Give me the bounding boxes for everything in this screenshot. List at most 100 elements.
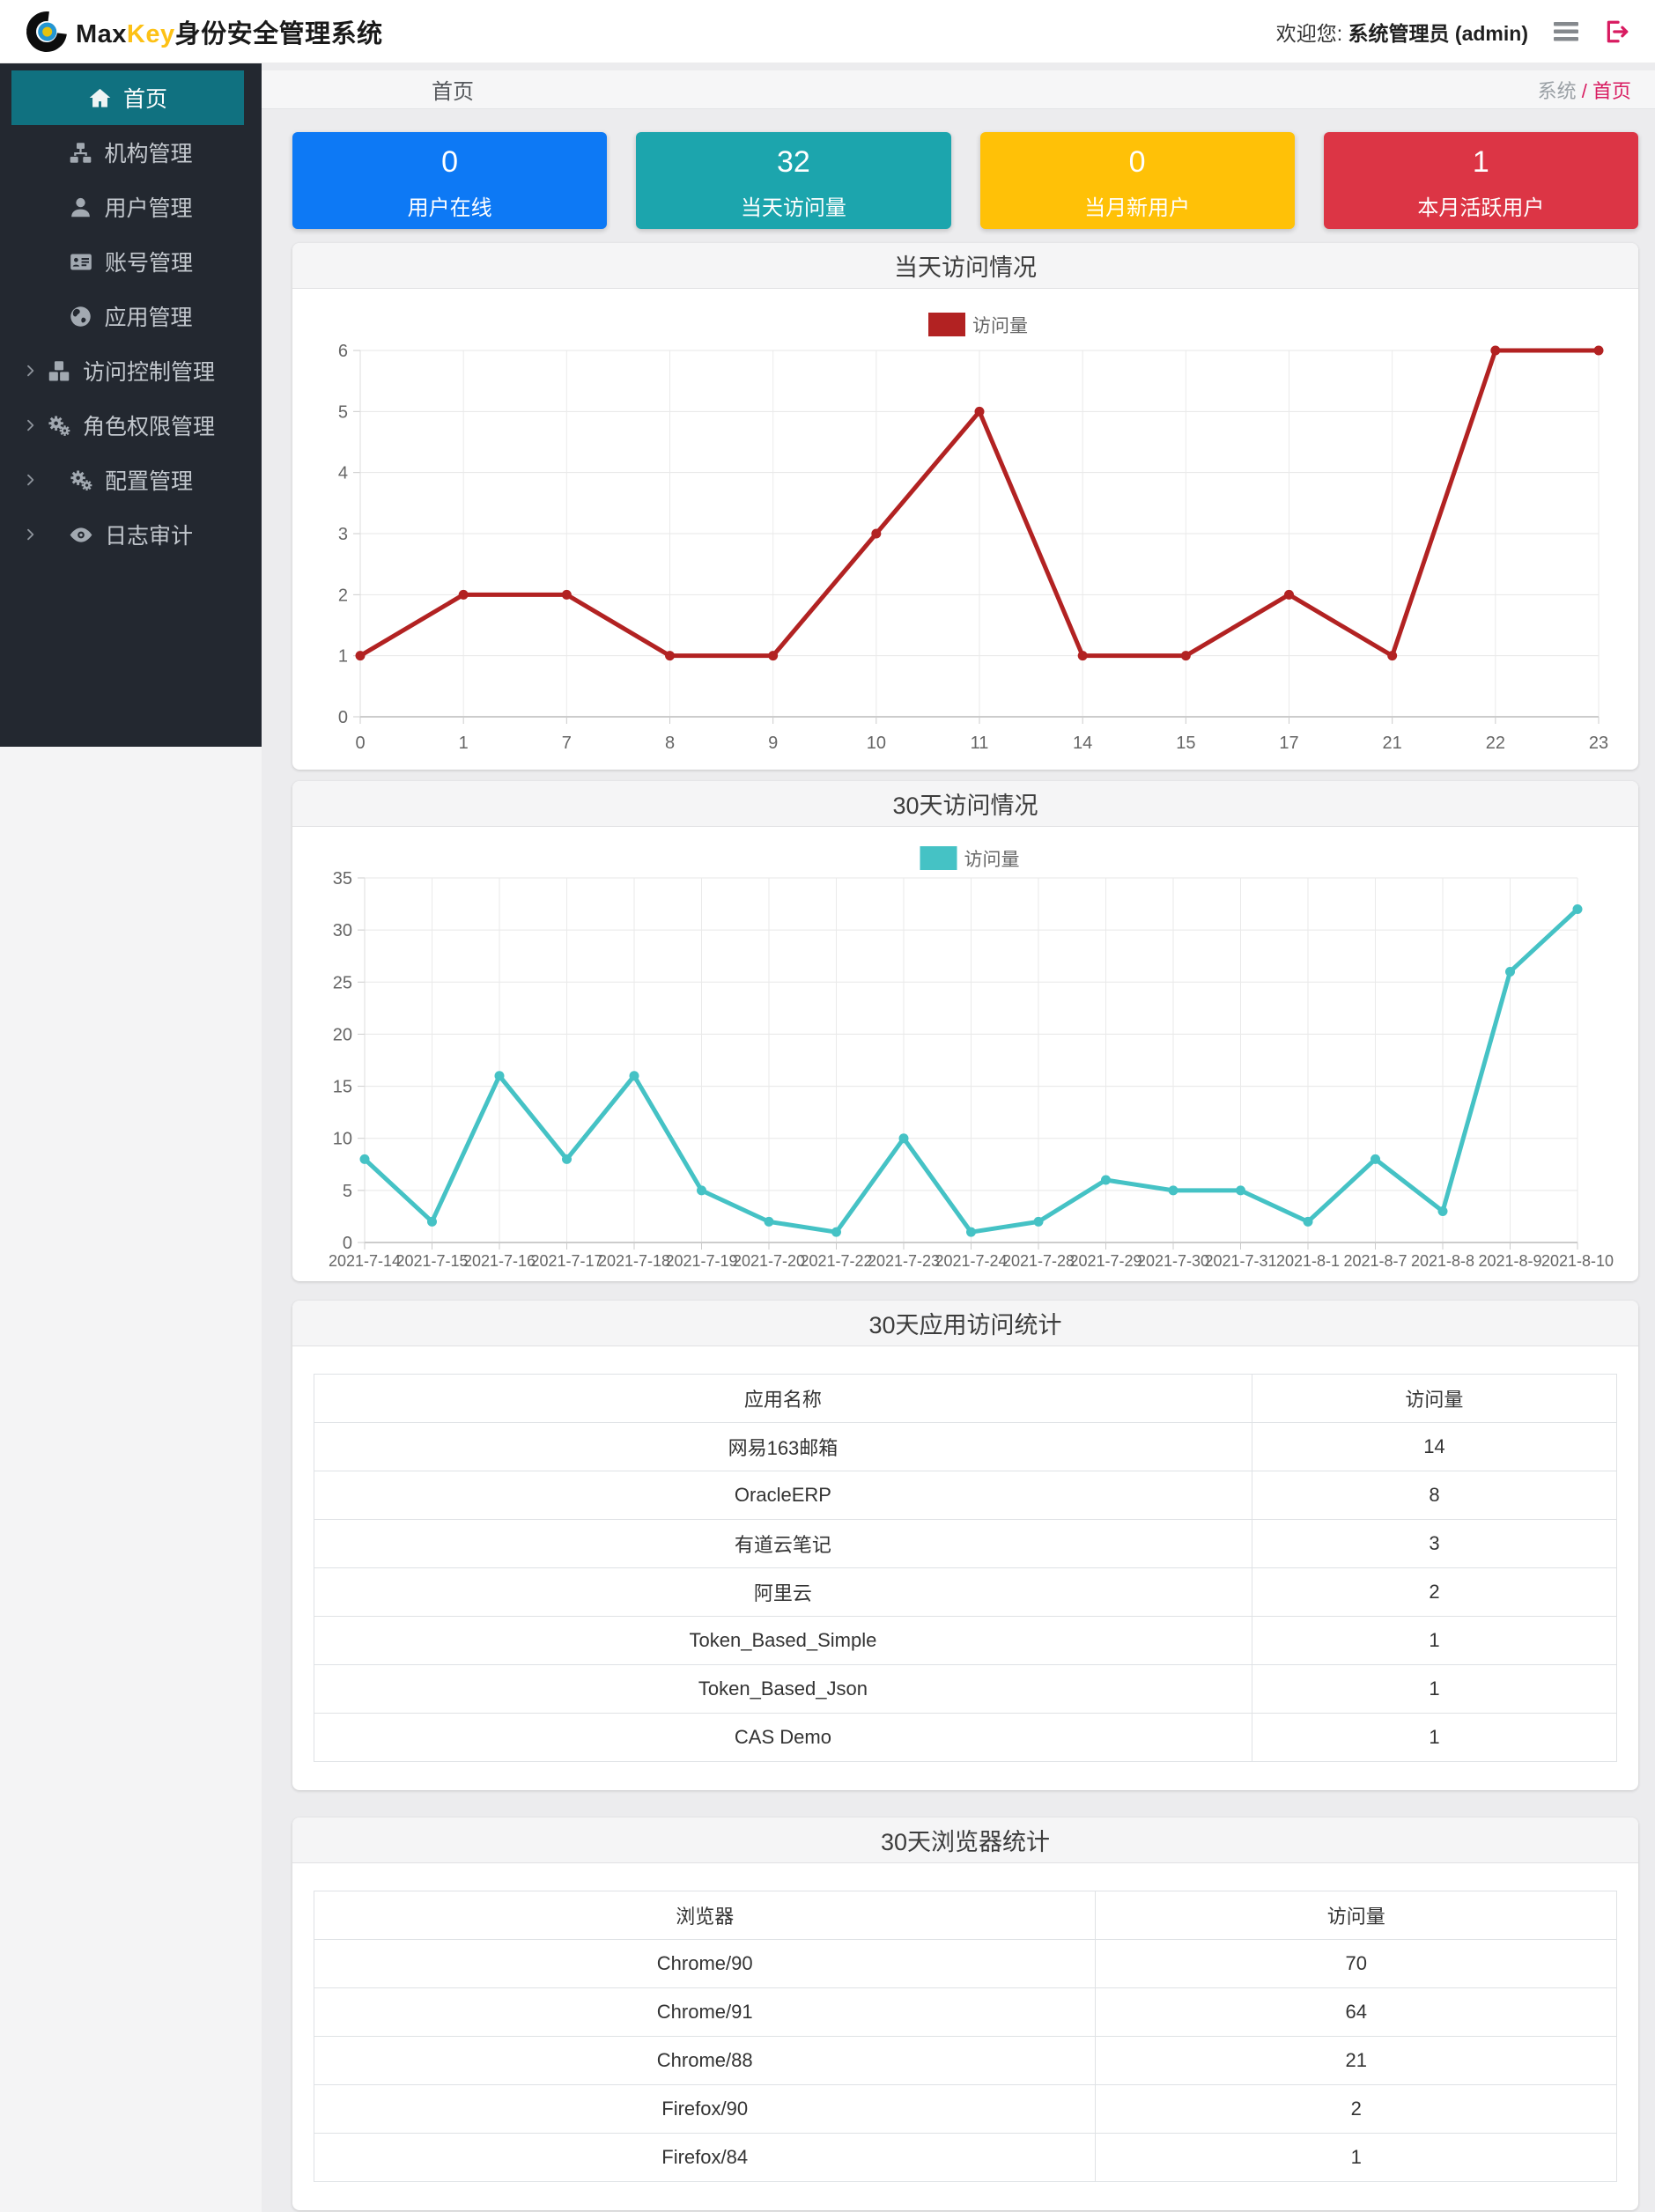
stat-card-1: 32 当天访问量	[636, 132, 951, 229]
brand-max: Max	[76, 19, 127, 48]
data-point	[629, 1071, 639, 1081]
x-axis-label: 2021-8-7	[1343, 1252, 1407, 1270]
menu-toggle-button[interactable]	[1553, 20, 1579, 43]
x-axis-label: 8	[665, 734, 675, 753]
cubes-icon	[47, 359, 71, 383]
sidebar-item-access-control[interactable]: 访问控制管理	[0, 343, 262, 398]
x-axis-label: 2021-7-17	[530, 1252, 602, 1270]
x-axis-label: 21	[1383, 734, 1402, 753]
column-header: 访问量	[1095, 1891, 1617, 1940]
sidebar-nav: 首页 机构管理用户管理账号管理应用管理访问控制管理 角色权限管理 配置管理日志审计	[0, 63, 262, 747]
sidebar-item-org[interactable]: 机构管理	[0, 125, 262, 180]
x-axis-label: 2021-7-29	[1069, 1252, 1142, 1270]
y-axis-label: 6	[338, 342, 348, 361]
breadcrumb-root-link[interactable]: 系统	[1538, 80, 1577, 102]
data-point	[768, 651, 779, 661]
column-header: 访问量	[1252, 1374, 1617, 1423]
table-cell: Chrome/91	[314, 1987, 1097, 2037]
today-visits-panel: 当天访问情况 0 1 2 3 4 5 6 0 1 7 8 9 10 11 14 15 17 21 22 23 访问量	[292, 243, 1638, 770]
breadcrumb-current-link[interactable]: 首页	[1592, 80, 1631, 102]
x-axis-label: 2021-7-19	[665, 1252, 737, 1270]
sidebar-item-apps[interactable]: 应用管理	[0, 289, 262, 343]
panel-title: 30天访问情况	[292, 781, 1638, 827]
sidebar-item-label: 应用管理	[104, 306, 193, 330]
user-icon	[69, 195, 92, 219]
table-row: Firefox/84 1	[314, 2133, 1617, 2182]
page-title: 首页	[432, 80, 474, 104]
x-axis-label: 15	[1176, 734, 1195, 753]
data-point	[427, 1216, 437, 1227]
sidebar-item-label: 日志审计	[104, 524, 193, 549]
monthly-visits-chart: 051015202530352021-7-142021-7-152021-7-1…	[329, 846, 1614, 1270]
x-axis-label: 2021-8-8	[1411, 1252, 1474, 1270]
stat-value: 32	[776, 145, 810, 179]
x-axis-label: 1	[459, 734, 469, 753]
chevron-right-icon	[23, 418, 38, 433]
stat-cards-row: 0 用户在线 32 当天访问量 0 当月新用户 1 本月活跃用户	[292, 132, 1638, 229]
table-cell: 1	[1095, 2133, 1617, 2182]
table-row: Chrome/91 64	[314, 1987, 1617, 2037]
sidebar-item-config[interactable]: 配置管理	[0, 453, 262, 507]
sidebar-item-label: 用户管理	[104, 196, 193, 221]
table-row: Chrome/88 21	[314, 2036, 1617, 2085]
y-axis-label: 0	[338, 708, 348, 727]
sidebar-item-audit[interactable]: 日志审计	[0, 507, 262, 562]
eye-icon	[69, 523, 93, 547]
sidebar-column: 首页 机构管理用户管理账号管理应用管理访问控制管理 角色权限管理 配置管理日志审计	[0, 63, 262, 2212]
data-point	[359, 1154, 370, 1164]
x-axis-label: 2021-7-20	[733, 1252, 805, 1270]
table-cell: CAS Demo	[314, 1713, 1252, 1762]
legend-swatch	[920, 846, 957, 870]
data-point	[494, 1071, 505, 1081]
chevron-right-icon	[23, 527, 38, 542]
table-cell: 14	[1252, 1422, 1617, 1471]
sign-out-icon	[1607, 20, 1629, 42]
x-axis-label: 7	[562, 734, 572, 753]
sidebar-item-accounts[interactable]: 账号管理	[0, 234, 262, 289]
table-row: Token_Based_Json 1	[314, 1664, 1617, 1714]
navbar-brand[interactable]: MaxKey身份安全管理系统	[18, 3, 383, 60]
y-axis-label: 5	[338, 402, 348, 422]
stat-value: 0	[441, 145, 459, 179]
x-axis-label: 2021-7-15	[395, 1252, 468, 1270]
data-point	[1593, 345, 1604, 356]
table-cell: 网易163邮箱	[314, 1422, 1252, 1471]
x-axis-label: 0	[355, 734, 365, 753]
app-visits-panel: 30天应用访问统计 应用名称 访问量 网易163邮箱 14 OracleERP 8 有道云笔…	[292, 1301, 1638, 1790]
table-cell: 2	[1252, 1567, 1617, 1617]
sidebar-item-roles[interactable]: 角色权限管理	[0, 398, 262, 453]
x-axis-label: 2021-8-9	[1478, 1252, 1541, 1270]
stat-label: 本月活跃用户	[1417, 196, 1545, 220]
brand-suffix: 身份安全管理系统	[174, 19, 383, 48]
table-row: 有道云笔记 3	[314, 1519, 1617, 1568]
table-row: 阿里云 2	[314, 1567, 1617, 1617]
x-axis-label: 2021-8-1	[1276, 1252, 1340, 1270]
table-cell: 1	[1252, 1713, 1617, 1762]
x-axis-label: 23	[1589, 734, 1608, 753]
x-axis-label: 2021-7-16	[463, 1252, 536, 1270]
table-cell: 1	[1252, 1616, 1617, 1665]
x-axis-label: 2021-7-18	[598, 1252, 670, 1270]
x-axis-label: 2021-7-14	[329, 1252, 401, 1270]
data-point	[1387, 651, 1398, 661]
table-cell: Chrome/88	[314, 2036, 1097, 2085]
table-header-row: 浏览器 访问量	[314, 1891, 1617, 1940]
today-visits-chart: 01234560 1 7 8 9 10 11 14 15 17 21 22 23访问量	[338, 313, 1608, 753]
browser-stats-panel: 30天浏览器统计 浏览器 访问量 Chrome/90 70 Chrome/91 64 Chr…	[292, 1818, 1638, 2210]
data-point	[1236, 1185, 1245, 1196]
table-cell: 阿里云	[314, 1567, 1252, 1617]
logout-button[interactable]	[1604, 18, 1630, 45]
data-point	[1437, 1206, 1448, 1217]
welcome-text: 欢迎您: 系统管理员 (admin)	[1276, 17, 1528, 47]
x-axis-label: 9	[768, 734, 778, 753]
table-cell: Token_Based_Json	[314, 1664, 1252, 1714]
sidebar-item-home[interactable]: 首页	[11, 70, 244, 125]
panel-title: 30天应用访问统计	[292, 1301, 1638, 1346]
table-cell: 8	[1252, 1471, 1617, 1520]
data-point	[966, 1227, 976, 1237]
y-axis-label: 2	[338, 586, 348, 605]
legend-label: 访问量	[972, 316, 1028, 336]
sidebar-item-users[interactable]: 用户管理	[0, 180, 262, 234]
x-axis-label: 2021-7-28	[1002, 1252, 1075, 1270]
id-card-icon	[69, 250, 93, 274]
